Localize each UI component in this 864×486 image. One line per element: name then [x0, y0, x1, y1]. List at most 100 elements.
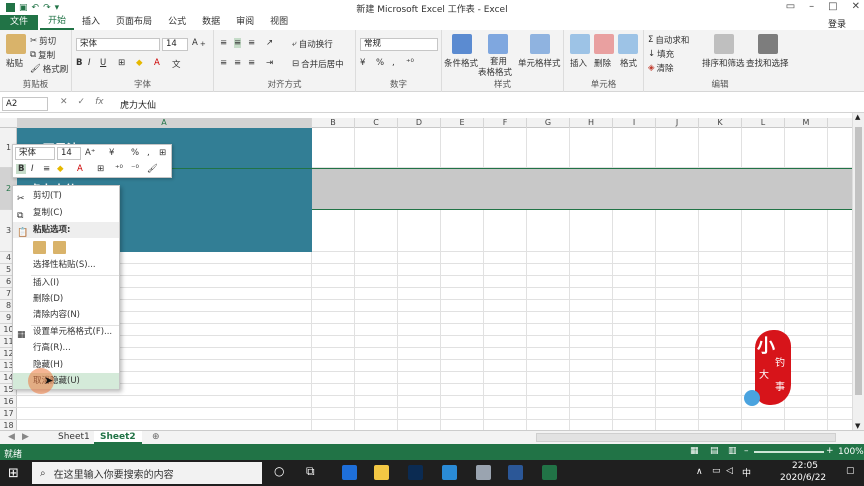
- mini-decimal-dec-icon[interactable]: ⁻⁰: [131, 164, 139, 174]
- align-middle-icon[interactable]: ≡: [234, 38, 242, 48]
- font-color-icon[interactable]: A: [154, 58, 160, 68]
- mini-bold-button[interactable]: B: [16, 164, 27, 174]
- cut-button[interactable]: ✂ 剪切: [30, 35, 56, 47]
- align-center-icon[interactable]: ≡: [234, 58, 241, 68]
- delete-cells-button[interactable]: 删除: [594, 57, 611, 69]
- mini-font-color-icon[interactable]: A: [77, 164, 83, 174]
- tab-view[interactable]: 视图: [262, 15, 296, 30]
- column-header-g[interactable]: G: [527, 118, 570, 128]
- close-icon[interactable]: ✕: [852, 1, 860, 12]
- name-box[interactable]: A2: [2, 97, 48, 111]
- scroll-thumb[interactable]: [855, 127, 862, 395]
- clock-date[interactable]: 2020/6/22: [780, 473, 826, 483]
- menu-row-height[interactable]: 行高(R)...: [13, 340, 119, 356]
- row-header-16[interactable]: 16: [0, 396, 17, 408]
- number-format-select[interactable]: 常规: [360, 38, 438, 51]
- format-cells-button[interactable]: 格式: [620, 57, 637, 69]
- excel-taskbar-icon[interactable]: [542, 465, 557, 480]
- sheet-tab-sheet1[interactable]: Sheet1: [52, 431, 96, 444]
- font-name-select[interactable]: 宋体: [76, 38, 160, 51]
- mini-format-icon[interactable]: ⊞: [159, 148, 166, 158]
- align-right-icon[interactable]: ≡: [248, 58, 255, 68]
- font-size-select[interactable]: 14: [162, 38, 188, 51]
- menu-delete[interactable]: 删除(D): [13, 291, 119, 307]
- column-header-d[interactable]: D: [398, 118, 441, 128]
- merge-center-button[interactable]: ⊟ 合并后居中: [292, 58, 344, 70]
- indent-icon[interactable]: ⇥: [266, 58, 273, 68]
- row-header-17[interactable]: 17: [0, 408, 17, 420]
- tab-formulas[interactable]: 公式: [160, 15, 194, 30]
- cortana-icon[interactable]: ○: [274, 464, 284, 478]
- sort-filter-icon[interactable]: [714, 34, 734, 54]
- add-sheet-icon[interactable]: ⊕: [146, 431, 166, 444]
- ime-indicator[interactable]: 中: [742, 466, 751, 479]
- column-header-j[interactable]: J: [656, 118, 699, 128]
- autosum-button[interactable]: Σ 自动求和: [648, 34, 689, 46]
- windows-start-icon[interactable]: ⊞: [8, 466, 19, 481]
- column-header-e[interactable]: E: [441, 118, 484, 128]
- prev-sheet-icon[interactable]: ◀: [8, 432, 15, 442]
- insert-function-button[interactable]: fx: [95, 97, 104, 107]
- conditional-format-icon[interactable]: [452, 34, 472, 54]
- tab-home[interactable]: 开始: [40, 15, 75, 30]
- column-header-c[interactable]: C: [355, 118, 398, 128]
- column-header-i[interactable]: I: [613, 118, 656, 128]
- cell-styles-button[interactable]: 单元格样式: [518, 57, 561, 69]
- file-explorer-icon[interactable]: [374, 465, 389, 480]
- fill-button[interactable]: ↓ 填充: [648, 48, 674, 60]
- borders-icon[interactable]: ⊞: [118, 58, 125, 68]
- zoom-out-icon[interactable]: –: [744, 446, 749, 456]
- mini-grow-font-icon[interactable]: A⁺: [85, 148, 95, 158]
- menu-hide[interactable]: 隐藏(H): [13, 357, 119, 373]
- task-view-icon[interactable]: ⧉: [306, 464, 315, 479]
- align-left-icon[interactable]: ≡: [220, 58, 227, 68]
- italic-button[interactable]: I: [88, 58, 91, 68]
- enter-icon[interactable]: ✓: [78, 97, 86, 107]
- paste-button[interactable]: 粘贴: [6, 57, 23, 69]
- zoom-slider[interactable]: [754, 451, 824, 453]
- tab-file[interactable]: 文件: [0, 15, 39, 30]
- mini-borders-icon[interactable]: ⊞: [97, 164, 104, 174]
- menu-copy[interactable]: ⧉ 复制(C): [13, 205, 119, 221]
- login-link[interactable]: 登录: [828, 17, 846, 30]
- paste-icon[interactable]: [6, 34, 26, 54]
- notification-icon[interactable]: ▢: [846, 466, 855, 476]
- vertical-scrollbar[interactable]: ▲ ▼: [852, 113, 864, 430]
- column-header-a[interactable]: A: [17, 118, 312, 128]
- paste-option-2-icon[interactable]: [53, 241, 66, 254]
- underline-button[interactable]: U: [100, 58, 106, 68]
- sheet-tab-sheet2[interactable]: Sheet2: [94, 431, 142, 444]
- sort-filter-button[interactable]: 排序和筛选: [702, 57, 745, 69]
- column-header-l[interactable]: L: [742, 118, 785, 128]
- mini-fill-color-icon[interactable]: ◆: [57, 164, 64, 174]
- copy-button[interactable]: ⧉ 复制: [30, 49, 55, 61]
- mini-painter-icon[interactable]: 🖌: [147, 164, 158, 174]
- mini-size-select[interactable]: 14: [57, 147, 81, 160]
- mini-italic-button[interactable]: I: [31, 164, 34, 174]
- clock-time[interactable]: 22:05: [792, 461, 818, 471]
- cancel-icon[interactable]: ✕: [60, 97, 68, 107]
- menu-cut[interactable]: ✂ 剪切(T): [13, 188, 119, 204]
- network-icon[interactable]: ▭: [712, 466, 721, 476]
- menu-paste-special[interactable]: 选择性粘贴(S)...: [13, 257, 119, 273]
- column-header-b[interactable]: B: [312, 118, 355, 128]
- decimal-icon[interactable]: ⁺⁰: [406, 58, 414, 68]
- binoculars-icon[interactable]: [758, 34, 778, 54]
- column-header-h[interactable]: H: [570, 118, 613, 128]
- column-header-k[interactable]: K: [699, 118, 742, 128]
- mini-decimal-icon[interactable]: ⁺⁰: [115, 164, 123, 174]
- formula-input[interactable]: 虎力大仙: [120, 98, 156, 111]
- column-header-m[interactable]: M: [785, 118, 828, 128]
- tab-data[interactable]: 数据: [194, 15, 228, 30]
- find-select-button[interactable]: 查找和选择: [746, 57, 789, 69]
- tab-review[interactable]: 审阅: [228, 15, 262, 30]
- horizontal-scrollbar[interactable]: [536, 433, 836, 442]
- minimize-icon[interactable]: –: [809, 1, 814, 12]
- photoshop-icon[interactable]: [408, 465, 423, 480]
- page-break-view-icon[interactable]: ▥: [728, 446, 737, 456]
- menu-clear[interactable]: 清除内容(N): [13, 307, 119, 323]
- taskbar-search[interactable]: ⌕ 在这里输入你要搜索的内容: [32, 462, 262, 484]
- delete-cells-icon[interactable]: [594, 34, 614, 54]
- volume-icon[interactable]: ◁: [726, 466, 733, 476]
- app-icon[interactable]: [476, 465, 491, 480]
